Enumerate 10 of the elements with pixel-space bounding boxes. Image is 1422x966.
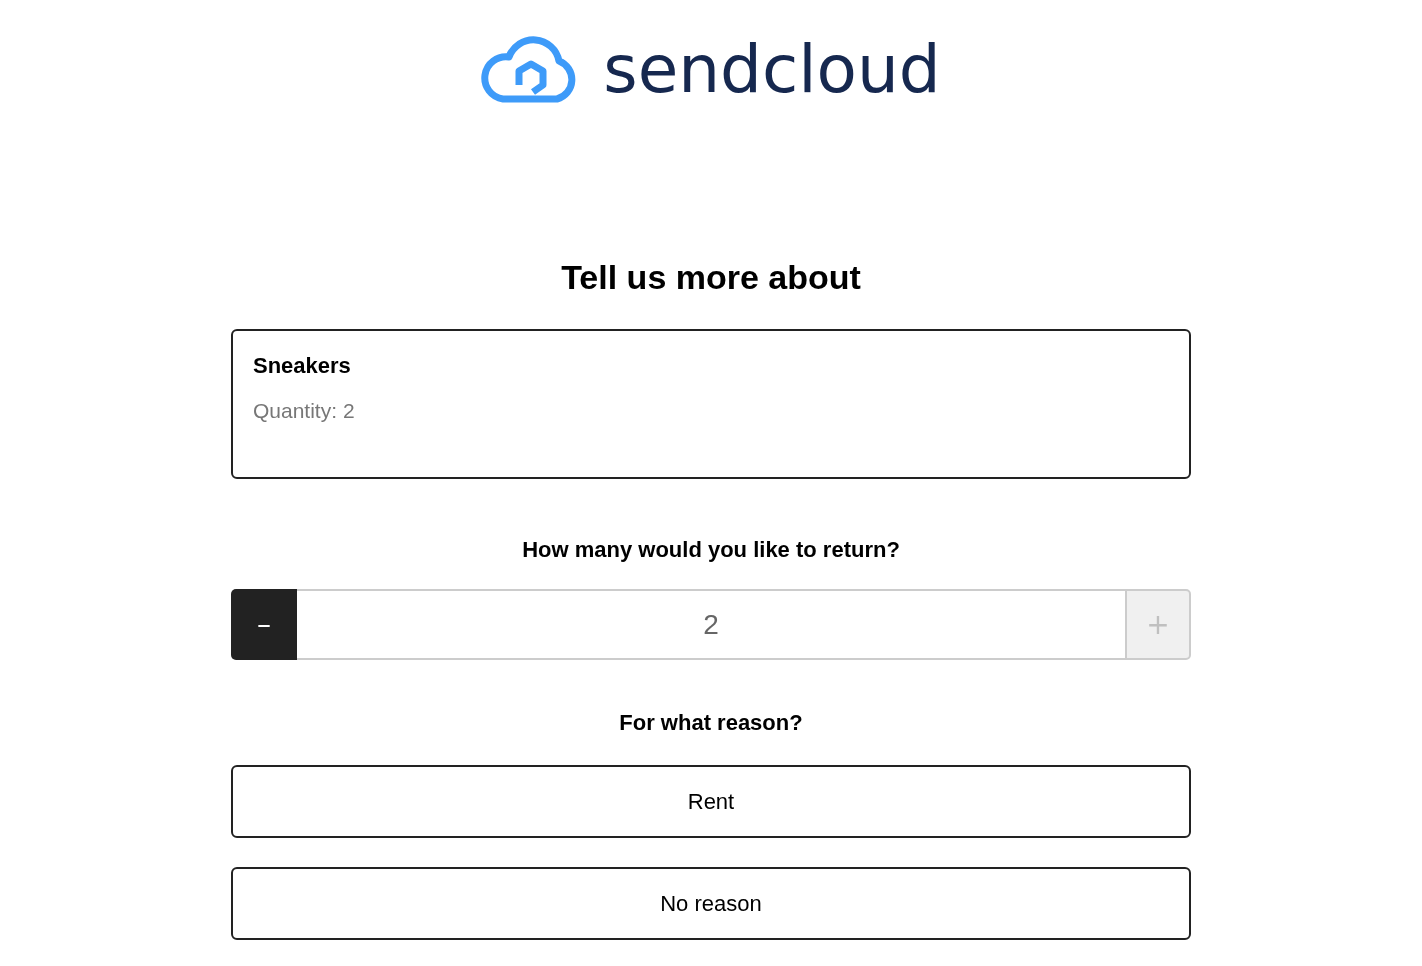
logo-text: sendcloud [603, 37, 941, 103]
item-name: Sneakers [253, 353, 351, 379]
item-quantity: Quantity: 2 [253, 399, 355, 423]
page-heading: Tell us more about [560, 257, 862, 298]
reason-option[interactable]: No reason [231, 867, 1191, 940]
decrement-button[interactable]: – [231, 589, 297, 660]
quantity-field[interactable]: 2 [297, 589, 1125, 660]
reason-option[interactable]: Rent [231, 765, 1191, 838]
quantity-question: How many would you like to return? [522, 537, 900, 563]
reason-question: For what reason? [619, 710, 803, 736]
